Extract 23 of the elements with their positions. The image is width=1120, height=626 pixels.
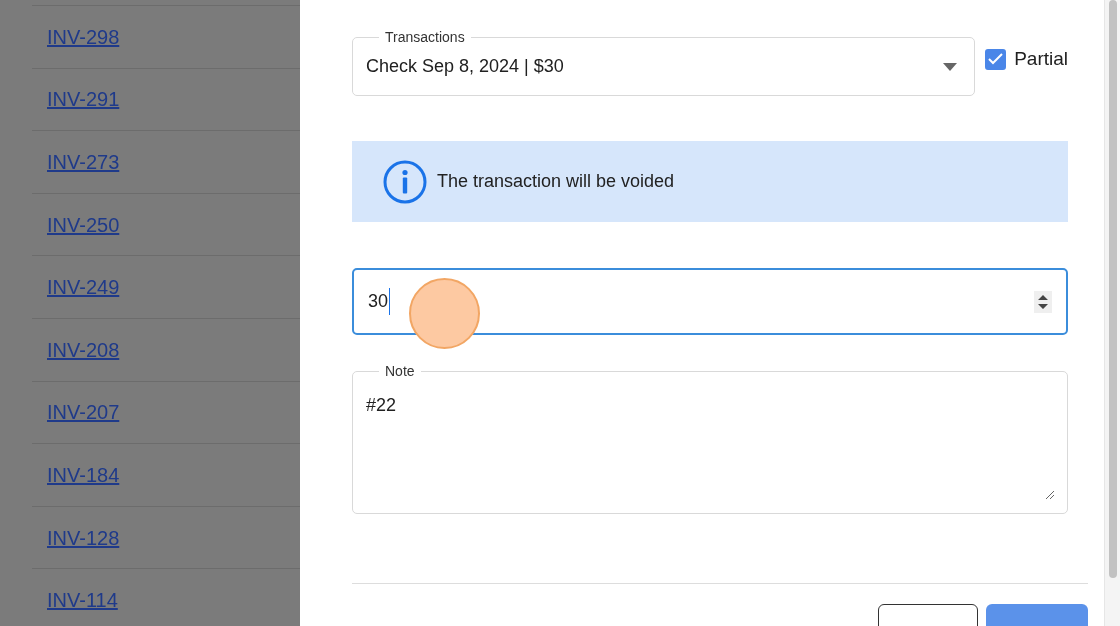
invoice-link[interactable]: INV-249 bbox=[47, 272, 120, 303]
invoice-link[interactable]: INV-291 bbox=[47, 84, 120, 115]
invoice-link[interactable]: INV-273 bbox=[47, 147, 120, 177]
partial-label: Partial bbox=[1014, 47, 1068, 71]
invoice-link[interactable]: INV-184 bbox=[47, 459, 120, 490]
transactions-select[interactable]: Transactions Check Sep 8, 2024 | $30 bbox=[352, 30, 976, 96]
invoice-link[interactable]: INV-128 bbox=[47, 522, 120, 553]
invoice-link[interactable]: INV-298 bbox=[47, 21, 120, 52]
amount-value: 30 bbox=[368, 288, 391, 315]
secondary-button[interactable] bbox=[878, 604, 978, 626]
partial-checkbox[interactable] bbox=[985, 48, 1007, 70]
info-icon bbox=[383, 159, 427, 204]
invoice-link[interactable]: INV-208 bbox=[47, 334, 120, 365]
caret-icon bbox=[943, 62, 958, 71]
invoice-link[interactable]: INV-207 bbox=[47, 397, 120, 428]
note-field[interactable]: Note #22 bbox=[352, 364, 1068, 514]
amount-field[interactable]: 30 bbox=[352, 268, 1068, 335]
scrollbar-thumb[interactable] bbox=[1108, 0, 1117, 578]
invoice-link[interactable]: INV-250 bbox=[47, 209, 120, 240]
spinner-icon[interactable] bbox=[1034, 290, 1052, 313]
alert-text: The transaction will be voided bbox=[437, 170, 675, 193]
invoice-link[interactable]: INV-114 bbox=[47, 585, 118, 616]
resize-handle-icon[interactable] bbox=[1045, 490, 1055, 500]
